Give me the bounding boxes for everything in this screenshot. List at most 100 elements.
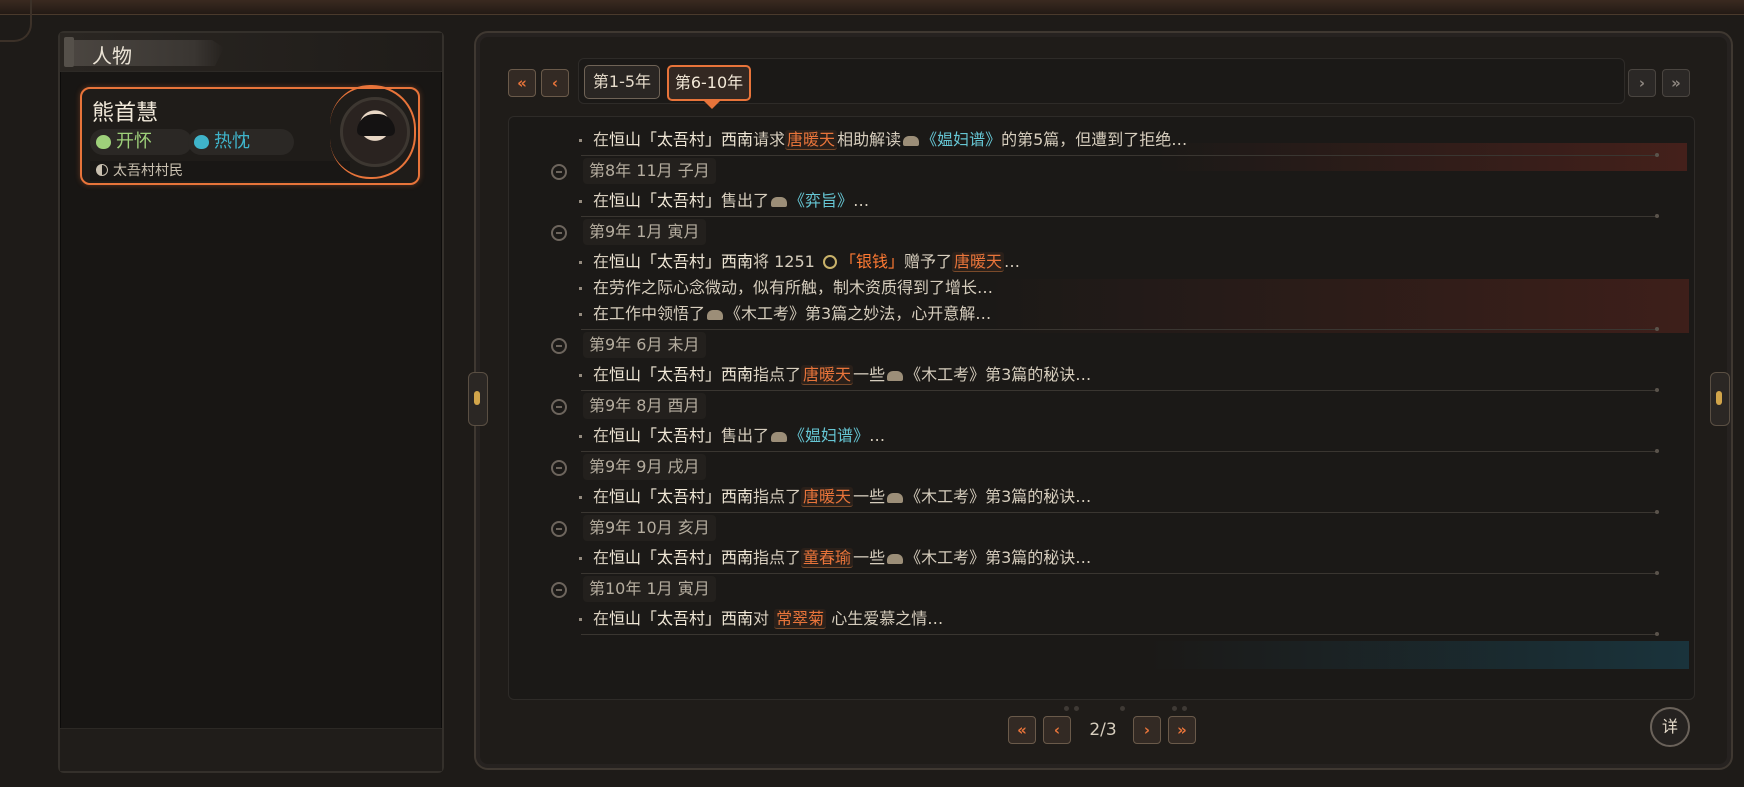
page-indicator: 2/3 — [1089, 720, 1117, 740]
date-header: 第9年 6月 未月 — [509, 332, 1694, 360]
left-panel-handle[interactable] — [468, 372, 488, 426]
portrait-frame[interactable] — [330, 85, 416, 183]
place-name: 恒山「太吾村」西南 — [609, 487, 754, 506]
event-text: 在劳作之际心念微动，似有所触，制木资质得到了增长… — [593, 275, 993, 301]
calendar-icon — [551, 460, 567, 476]
character-role: 太吾村村民 — [90, 161, 350, 181]
event-text: 在恒山「太吾村」西南将 1251 「银钱」赠予了 唐暖天… — [593, 249, 1020, 275]
panel-header: 人物 — [60, 33, 442, 72]
event-fragment: 对 — [753, 609, 775, 628]
top-bar — [0, 0, 1744, 15]
bullet-marker — [579, 139, 582, 142]
event-text: 在恒山「太吾村」西南指点了 唐暖天 一些 《木工考》第3篇的秘诀… — [593, 362, 1091, 388]
first-tab-button[interactable]: « — [508, 69, 536, 97]
prev-tab-button[interactable]: ‹ — [541, 69, 569, 97]
mood-label: 热忱 — [214, 131, 250, 152]
next-page-button[interactable]: › — [1133, 716, 1161, 744]
detail-button[interactable]: 详 — [1650, 707, 1690, 747]
event-log[interactable]: 在恒山「太吾村」西南请求 唐暖天 相助解读 《媪妇谱》的第5篇，但遭到了拒绝… 第8年 … — [508, 116, 1695, 700]
bullet-marker — [579, 287, 582, 290]
date-header: 第9年 10月 亥月 — [509, 515, 1694, 543]
date-label: 第8年 11月 子月 — [583, 158, 716, 184]
place-name: 恒山「太吾村」西南 — [609, 548, 754, 567]
event-fragment: … — [853, 191, 870, 210]
place-name: 恒山「太吾村」西南 — [609, 130, 754, 149]
last-page-button[interactable]: » — [1168, 716, 1196, 744]
calendar-icon — [551, 521, 567, 537]
highlight-band — [1149, 641, 1689, 669]
mood-badge-happy: 开怀 — [90, 129, 192, 155]
heart-icon — [96, 135, 111, 149]
tab-years-6-10[interactable]: 第6-10年 — [667, 65, 751, 101]
first-page-button[interactable]: « — [1008, 716, 1036, 744]
entry-divider — [581, 327, 1659, 331]
calendar-icon — [551, 399, 567, 415]
event-row: 在恒山「太吾村」西南将 1251 「银钱」赠予了 唐暖天… — [509, 249, 1694, 275]
date-header: 第9年 1月 寅月 — [509, 219, 1694, 247]
event-fragment: 在 — [593, 130, 610, 149]
date-label: 第9年 6月 未月 — [583, 332, 706, 358]
event-fragment: 售出了 — [721, 191, 770, 210]
date-label: 第9年 9月 戌月 — [583, 454, 706, 480]
event-row: 在恒山「太吾村」西南指点了 唐暖天 一些 《木工考》第3篇的秘诀… — [509, 484, 1694, 510]
date-header: 第10年 1月 寅月 — [509, 576, 1694, 604]
event-fragment: … — [869, 426, 886, 445]
entry-divider — [581, 632, 1659, 636]
event-fragment: 《木工考》第3篇的秘诀… — [905, 487, 1092, 506]
person-link[interactable]: 常翠菊 — [774, 609, 827, 629]
person-link[interactable]: 童春瑜 — [801, 548, 854, 568]
book-icon — [887, 493, 904, 503]
prev-page-button[interactable]: ‹ — [1043, 716, 1071, 744]
event-fragment: 《木工考》第3篇的秘诀… — [905, 365, 1092, 384]
character-card[interactable]: 熊首慧 开怀 热忱 太吾村村民 — [80, 85, 420, 185]
right-panel-handle[interactable] — [1710, 372, 1730, 426]
person-link[interactable]: 唐暖天 — [785, 130, 838, 150]
event-fragment: 指点了 — [753, 365, 802, 384]
event-text: 在恒山「太吾村」西南对 常翠菊 心生爱慕之情… — [593, 606, 943, 632]
event-fragment: 一些 — [853, 548, 886, 567]
place-name: 恒山「太吾村」西南 — [609, 365, 754, 384]
tab-years-1-5[interactable]: 第1-5年 — [584, 65, 660, 99]
event-text: 在恒山「太吾村」售出了 《弈旨》… — [593, 188, 869, 214]
event-row: 在恒山「太吾村」西南请求 唐暖天 相助解读 《媪妇谱》的第5篇，但遭到了拒绝… — [509, 127, 1694, 153]
person-link[interactable]: 唐暖天 — [951, 252, 1004, 272]
event-fragment: 在 — [593, 548, 610, 567]
entry-divider — [581, 571, 1659, 575]
event-fragment: 在 — [593, 609, 610, 628]
calendar-icon — [551, 225, 567, 241]
avatar — [340, 97, 410, 167]
item-name: 「银钱」 — [839, 252, 904, 271]
date-header: 第8年 11月 子月 — [509, 158, 1694, 186]
bullet-marker — [579, 200, 582, 203]
person-link[interactable]: 唐暖天 — [801, 487, 854, 507]
bullet-marker — [579, 496, 582, 499]
calendar-icon — [551, 164, 567, 180]
date-label: 第9年 10月 亥月 — [583, 515, 716, 541]
entry-divider — [581, 388, 1659, 392]
event-fragment: 请求 — [753, 130, 786, 149]
next-tab-button[interactable]: › — [1628, 69, 1656, 97]
place-name: 恒山「太吾村」西南 — [609, 609, 754, 628]
event-fragment: 指点了 — [753, 487, 802, 506]
place-name: 恒山「太吾村」 — [609, 191, 722, 210]
role-label: 太吾村村民 — [113, 163, 183, 179]
event-fragment: 在 — [593, 426, 610, 445]
entry-divider — [581, 214, 1659, 218]
corner-ornament — [0, 0, 32, 42]
bullet-marker — [579, 435, 582, 438]
event-fragment: … — [1003, 252, 1020, 271]
event-row: 在恒山「太吾村」西南对 常翠菊 心生爱慕之情… — [509, 606, 1694, 632]
person-link[interactable]: 唐暖天 — [801, 365, 854, 385]
half-moon-icon — [96, 164, 108, 176]
calendar-icon — [551, 582, 567, 598]
event-fragment: 一些 — [853, 365, 886, 384]
last-tab-button[interactable]: » — [1662, 69, 1690, 97]
book-title[interactable]: 《媪妇谱》 — [789, 426, 869, 445]
event-fragment: 在 — [593, 487, 610, 506]
date-header: 第9年 8月 酉月 — [509, 393, 1694, 421]
book-title[interactable]: 《弈旨》 — [789, 191, 853, 210]
book-title[interactable]: 《媪妇谱》 — [921, 130, 1001, 149]
bullet-marker — [579, 374, 582, 377]
bullet-marker — [579, 313, 582, 316]
mood-label: 开怀 — [116, 131, 152, 152]
